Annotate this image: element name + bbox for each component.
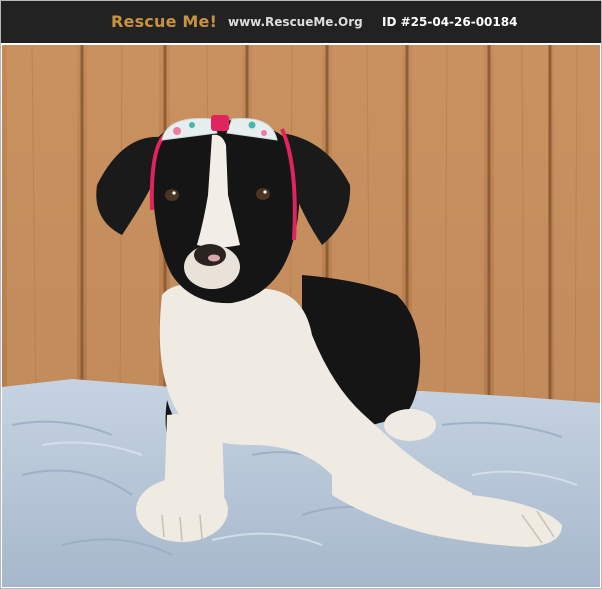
rescueme-logo[interactable]: Rescue Me! [111,12,217,31]
header-bar: Rescue Me! www.RescueMe.Org ID #25-04-26… [1,1,601,43]
dog-photo [2,45,600,587]
pet-id: ID #25-04-26-00184 [382,15,518,29]
site-url[interactable]: www.RescueMe.Org [228,15,363,29]
listing-frame: Rescue Me! www.RescueMe.Org ID #25-04-26… [0,0,602,589]
